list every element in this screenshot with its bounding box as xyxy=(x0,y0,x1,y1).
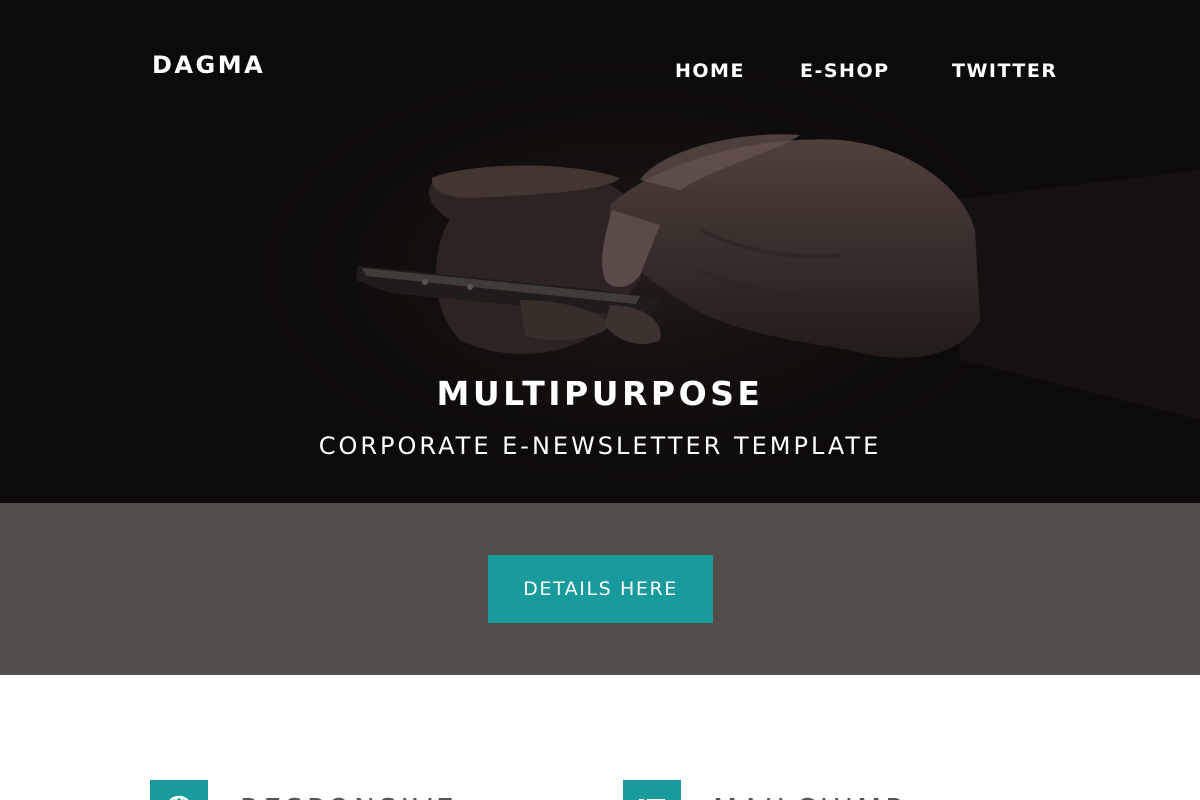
hero-title: MULTIPURPOSE xyxy=(436,374,764,413)
main-nav: HOME E-SHOP TWITTER xyxy=(0,58,1200,86)
features-section: RESPONSIVE MAILCHIMP xyxy=(0,675,1200,800)
details-button[interactable]: DETAILS HERE xyxy=(488,555,713,623)
hero-section: DAGMA HOME E-SHOP TWITTER MULTIPURPOSE C… xyxy=(0,0,1200,503)
list-icon xyxy=(623,780,681,800)
feature-label: RESPONSIVE xyxy=(240,792,458,800)
feature-label: MAILCHIMP xyxy=(713,792,906,800)
nav-item-eshop[interactable]: E-SHOP xyxy=(800,58,890,84)
cta-section: DETAILS HERE xyxy=(0,503,1200,675)
nav-item-home[interactable]: HOME xyxy=(675,58,745,84)
globe-icon xyxy=(150,780,208,800)
nav-item-twitter[interactable]: TWITTER xyxy=(952,58,1057,84)
newsletter-page: DAGMA HOME E-SHOP TWITTER MULTIPURPOSE C… xyxy=(0,0,1200,800)
hero-subtitle: CORPORATE E-NEWSLETTER TEMPLATE xyxy=(318,432,882,460)
